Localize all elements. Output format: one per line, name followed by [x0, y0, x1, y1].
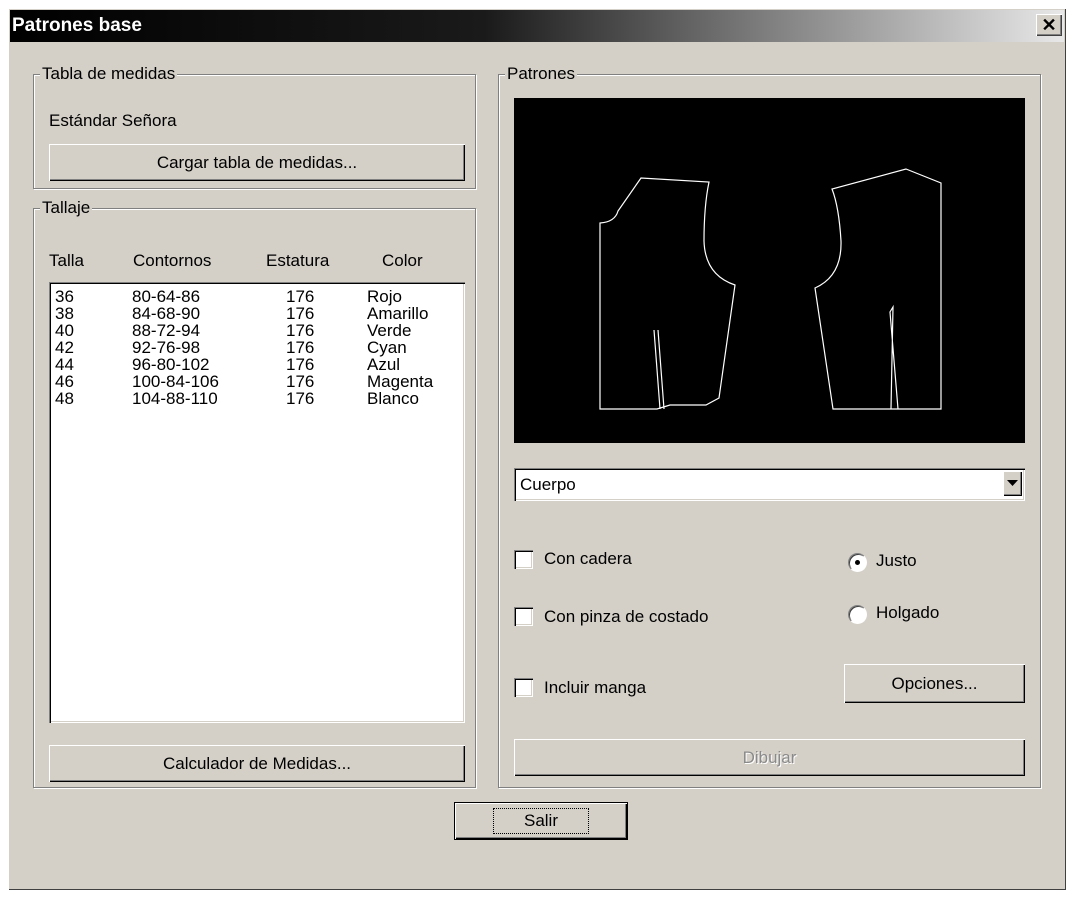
cell-contornos: 88-72-94 — [132, 321, 201, 340]
checkbox-label: Incluir manga — [544, 678, 647, 697]
table-row[interactable]: 40 88-72-94 176 Verde — [49, 322, 465, 339]
calculator-button[interactable]: Calculador de Medidas... — [49, 745, 465, 782]
cell-color: Verde — [367, 321, 412, 340]
cell-contornos: 104-88-110 — [132, 389, 218, 408]
cell-contornos: 92-76-98 — [132, 338, 201, 357]
group-tallaje: Tallaje Talla Contornos Estatura Color 3… — [33, 198, 476, 788]
checkbox-label: Con pinza de costado — [544, 607, 709, 626]
group-patrones: Patrones Cuerpo Con cadera Con pinza de … — [498, 64, 1041, 788]
options-button[interactable]: Opciones... — [844, 664, 1025, 703]
cell-color: Cyan — [367, 338, 407, 357]
table-row[interactable]: 48 104-88-110 176 Blanco — [49, 390, 465, 407]
cell-contornos: 100-84-106 — [132, 372, 219, 391]
cell-color: Amarillo — [367, 304, 429, 323]
cell-color: Azul — [367, 355, 401, 374]
current-table-name: Estándar Señora — [49, 111, 177, 130]
window-title: Patrones base — [12, 15, 142, 36]
radio-label: Holgado — [876, 603, 940, 622]
cell-estatura: 176 — [286, 389, 315, 408]
pattern-drawing — [599, 168, 942, 410]
cell-color: Rojo — [367, 287, 402, 306]
cell-talla: 38 — [55, 304, 74, 323]
column-header-contornos: Contornos — [133, 251, 212, 270]
pattern-preview — [514, 98, 1025, 443]
title-bar[interactable]: Patrones base ✕ — [10, 10, 1064, 42]
cell-contornos: 84-68-90 — [132, 304, 201, 323]
cell-estatura: 176 — [286, 338, 315, 357]
combo-value: Cuerpo — [520, 475, 576, 494]
group-tabla-medidas: Tabla de medidas Estándar Señora Cargar … — [33, 64, 476, 189]
checkbox-con-cadera[interactable] — [514, 550, 533, 569]
exit-button-label: Salir — [492, 808, 589, 834]
radio-justo[interactable] — [848, 553, 867, 572]
cell-estatura: 176 — [286, 287, 315, 306]
checkbox-label: Con cadera — [544, 549, 632, 568]
draw-button[interactable]: Dibujar — [514, 739, 1025, 776]
column-header-estatura: Estatura — [266, 251, 330, 270]
checkbox-incluir-manga[interactable] — [514, 678, 533, 697]
cell-talla: 46 — [55, 372, 74, 391]
radio-holgado[interactable] — [848, 605, 867, 624]
cell-estatura: 176 — [286, 304, 315, 323]
table-row[interactable]: 44 96-80-102 176 Azul — [49, 356, 465, 373]
table-row[interactable]: 42 92-76-98 176 Cyan — [49, 339, 465, 356]
cell-talla: 36 — [55, 287, 74, 306]
cell-estatura: 176 — [286, 355, 315, 374]
cell-talla: 40 — [55, 321, 74, 340]
close-icon[interactable]: ✕ — [1036, 14, 1062, 36]
cell-estatura: 176 — [286, 372, 315, 391]
cell-talla: 42 — [55, 338, 74, 357]
group-legend: Tabla de medidas — [40, 64, 178, 84]
group-legend: Tallaje — [40, 198, 93, 218]
exit-button[interactable]: Salir — [455, 803, 627, 839]
radio-label: Justo — [876, 551, 917, 570]
cell-contornos: 96-80-102 — [132, 355, 210, 374]
table-row[interactable]: 36 80-64-86 176 Rojo — [49, 288, 465, 305]
chevron-down-icon[interactable] — [1003, 471, 1022, 496]
cell-talla: 48 — [55, 389, 74, 408]
column-header-color: Color — [382, 251, 423, 270]
cell-talla: 44 — [55, 355, 74, 374]
load-table-button[interactable]: Cargar tabla de medidas... — [49, 144, 465, 181]
dialog-window: Patrones base ✕ Tabla de medidas Estánda… — [8, 8, 1066, 890]
group-legend: Patrones — [505, 64, 578, 84]
sizes-listbox[interactable]: 36 80-64-86 176 Rojo 38 84-68-90 176 Ama… — [49, 282, 465, 723]
cell-estatura: 176 — [286, 321, 315, 340]
pattern-type-select[interactable]: Cuerpo — [514, 468, 1025, 501]
column-header-talla: Talla — [49, 251, 84, 270]
table-row[interactable]: 38 84-68-90 176 Amarillo — [49, 305, 465, 322]
cell-color: Magenta — [367, 372, 434, 391]
checkbox-pinza-costado[interactable] — [514, 607, 533, 626]
cell-contornos: 80-64-86 — [132, 287, 201, 306]
table-row[interactable]: 46 100-84-106 176 Magenta — [49, 373, 465, 390]
cell-color: Blanco — [367, 389, 419, 408]
